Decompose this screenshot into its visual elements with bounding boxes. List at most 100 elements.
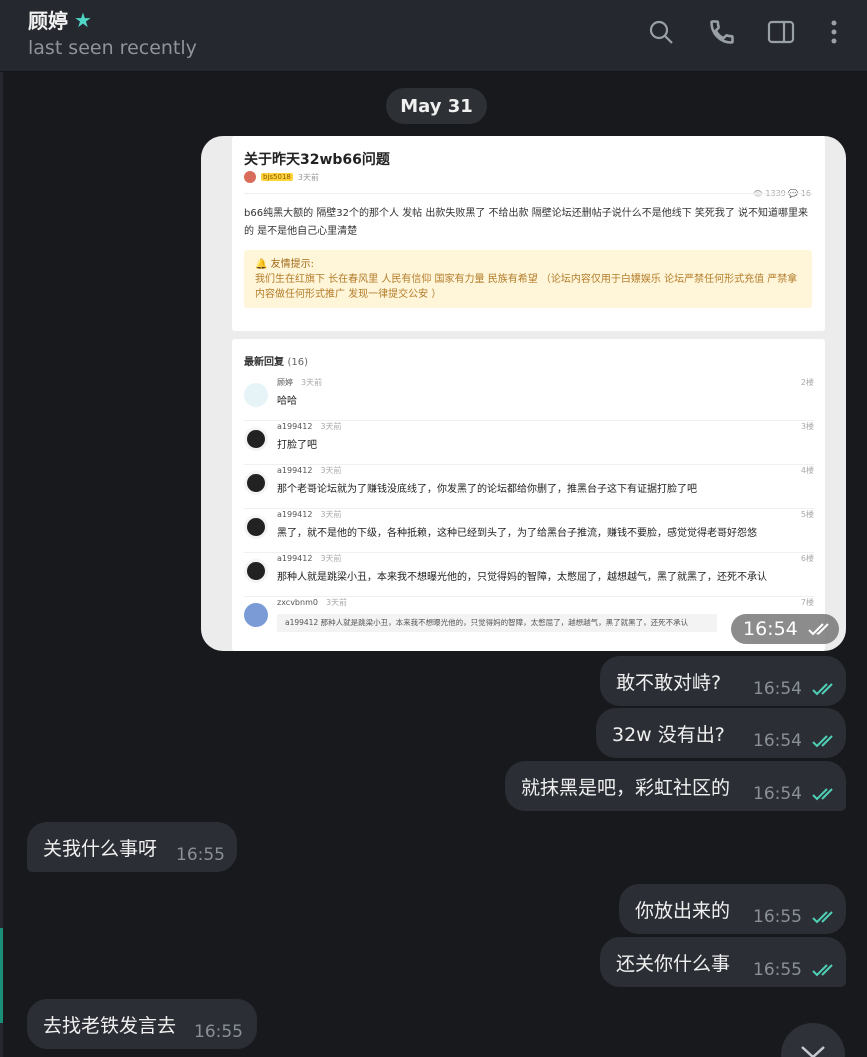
message-bubble[interactable]: 就抹黑是吧，彩虹社区的 16:54 — [505, 761, 846, 811]
message-time: 16:54 — [753, 679, 802, 699]
reply-author: zxcvbnm0 3天前 — [277, 598, 348, 607]
replies-title: 最新回复 — [244, 357, 284, 368]
double-check-icon — [812, 683, 833, 696]
message-text: 就抹黑是吧，彩虹社区的 — [521, 776, 731, 799]
message-bubble[interactable]: 关我什么事呀 16:55 — [27, 822, 237, 872]
divider — [244, 193, 813, 194]
sidebar-toggle-button[interactable] — [763, 14, 799, 50]
message-meta: 16:55 — [176, 845, 225, 865]
contact-name[interactable]: 顾婷 — [28, 5, 68, 34]
reply-text: 那种人就是跳梁小丑，本来我不想曝光他的，只觉得妈的智障，太憋屈了，越想越气，黑了… — [277, 572, 767, 583]
phone-icon — [710, 20, 734, 44]
more-vertical-icon — [831, 20, 837, 44]
double-check-icon — [808, 623, 829, 636]
message-time: 16:54 — [753, 784, 802, 804]
message-text: 还关你什么事 — [616, 952, 731, 975]
double-check-icon — [812, 735, 833, 748]
post-meta: bjs5018 3天前 — [244, 171, 319, 183]
message-time: 16:54 — [753, 731, 802, 751]
message-text: 敢不敢对峙? — [616, 671, 722, 694]
reply-floor: 6楼 — [800, 554, 814, 563]
reply-text: 黑了，就不是他的下级，各种抵赖，这种已经到头了，为了给黑台子推流，赚钱不要脸，感… — [277, 528, 757, 539]
reply-text: 哈哈 — [277, 396, 297, 407]
penguin-avatar — [244, 471, 268, 495]
message-meta: 16:55 — [753, 960, 838, 980]
avatar — [244, 603, 268, 627]
reply-author: 顾婷 3天前 — [277, 378, 323, 387]
message-time: 16:55 — [753, 960, 802, 980]
message-meta: 16:55 — [753, 907, 838, 927]
left-edge — [0, 72, 3, 1057]
message-text: 32w 没有出? — [612, 723, 725, 746]
message-meta: 16:55 — [194, 1022, 243, 1042]
author-avatar — [244, 171, 256, 183]
reply-item: a199412 3天前 3楼 打脸了吧 — [244, 421, 814, 465]
reply-author: a199412 3天前 — [277, 554, 342, 563]
reply-floor: 4楼 — [800, 466, 814, 475]
left-accent-bar — [0, 928, 3, 1023]
chat-header: 顾婷 ★ last seen recently — [0, 0, 867, 72]
sidebar-panel-icon — [767, 20, 795, 44]
more-menu-button[interactable] — [816, 14, 852, 50]
double-check-icon — [812, 964, 833, 977]
call-button[interactable] — [704, 14, 740, 50]
message-bubble[interactable]: 敢不敢对峙? 16:54 — [600, 656, 846, 706]
reply-author: a199412 3天前 — [277, 510, 342, 519]
date-separator: May 31 — [386, 88, 487, 124]
forum-post-card: 关于昨天32wb66问题 bjs5018 3天前 👁 1339 💬 16 b66… — [232, 136, 825, 331]
chevron-down-icon — [801, 1046, 825, 1057]
search-button[interactable] — [643, 14, 679, 50]
image-message[interactable]: 关于昨天32wb66问题 bjs5018 3天前 👁 1339 💬 16 b66… — [201, 136, 846, 651]
reply-floor: 3楼 — [800, 422, 814, 431]
contact-title-row[interactable]: 顾婷 ★ — [28, 5, 92, 34]
replies-card: 最新回复 (16) 顾婷 3天前 2楼 哈哈 a199412 3天前 3楼 打脸了吧… — [232, 339, 825, 651]
reply-floor: 5楼 — [800, 510, 814, 519]
reply-floor: 7楼 — [800, 598, 814, 607]
double-check-icon — [812, 788, 833, 801]
star-icon: ★ — [74, 7, 92, 32]
user-tag: bjs5018 — [261, 173, 293, 181]
reply-text: 那个老哥论坛就为了赚钱没底线了，你发黑了的论坛都给你删了，推黑台子这下有证据打脸… — [277, 484, 697, 495]
message-meta: 16:54 — [753, 731, 838, 751]
post-title: 关于昨天32wb66问题 — [244, 152, 390, 168]
avatar — [244, 383, 268, 407]
message-time: 16:55 — [176, 845, 225, 865]
notice-text: 我们生在红旗下 长在春风里 人民有信仰 国家有力量 民族有希望 （论坛内容仅用于… — [255, 274, 798, 300]
search-icon — [649, 20, 673, 44]
reply-item: a199412 3天前 6楼 那种人就是跳梁小丑，本来我不想曝光他的，只觉得妈的智… — [244, 553, 814, 597]
message-time: 16:55 — [194, 1022, 243, 1042]
message-bubble[interactable]: 32w 没有出? 16:54 — [596, 708, 846, 758]
message-bubble[interactable]: 去找老铁发言去 16:55 — [27, 999, 257, 1049]
last-seen-status: last seen recently — [28, 37, 197, 59]
image-message-time: 16:54 — [731, 614, 839, 644]
reply-author: a199412 3天前 — [277, 422, 342, 431]
message-bubble[interactable]: 你放出来的 16:55 — [619, 884, 846, 934]
message-meta: 16:54 — [753, 679, 838, 699]
penguin-avatar — [244, 515, 268, 539]
reply-item: 顾婷 3天前 2楼 哈哈 — [244, 377, 814, 421]
message-text: 你放出来的 — [635, 899, 731, 922]
reply-text: 打脸了吧 — [277, 440, 317, 451]
penguin-avatar — [244, 559, 268, 583]
message-time: 16:55 — [753, 907, 802, 927]
reply-floor: 2楼 — [800, 378, 814, 387]
message-text: 关我什么事呀 — [43, 837, 158, 860]
notice-title: 🔔 友情提示: — [255, 259, 314, 270]
penguin-avatar — [244, 427, 268, 451]
notice-box: 🔔 友情提示: 我们生在红旗下 长在春风里 人民有信仰 国家有力量 民族有希望 … — [244, 250, 812, 308]
post-body: b66纯黑大额的 隔壁32个的那个人 发帖 出款失败黑了 不给出款 隔壁论坛还删… — [244, 208, 809, 237]
message-text: 去找老铁发言去 — [43, 1014, 177, 1037]
message-time: 16:54 — [743, 618, 798, 640]
replies-heading: 最新回复 (16) — [244, 353, 308, 368]
post-time: 3天前 — [297, 172, 319, 182]
message-meta: 16:54 — [753, 784, 838, 804]
scroll-to-bottom-button[interactable] — [781, 1023, 845, 1057]
reply-item: a199412 3天前 4楼 那个老哥论坛就为了赚钱没底线了，你发黑了的论坛都给你… — [244, 465, 814, 509]
reply-item: a199412 3天前 5楼 黑了，就不是他的下级，各种抵赖，这种已经到头了，为了… — [244, 509, 814, 553]
replies-count: (16) — [287, 357, 309, 368]
reply-quote: a199412 那种人就是跳梁小丑，本来我不想曝光他的，只觉得妈的智障，太憋屈了… — [277, 614, 717, 632]
message-bubble[interactable]: 还关你什么事 16:55 — [600, 937, 846, 987]
reply-item: zxcvbnm0 3天前 7楼 a199412 那种人就是跳梁小丑，本来我不想曝光… — [244, 597, 814, 641]
double-check-icon — [812, 911, 833, 924]
reply-author: a199412 3天前 — [277, 466, 342, 475]
